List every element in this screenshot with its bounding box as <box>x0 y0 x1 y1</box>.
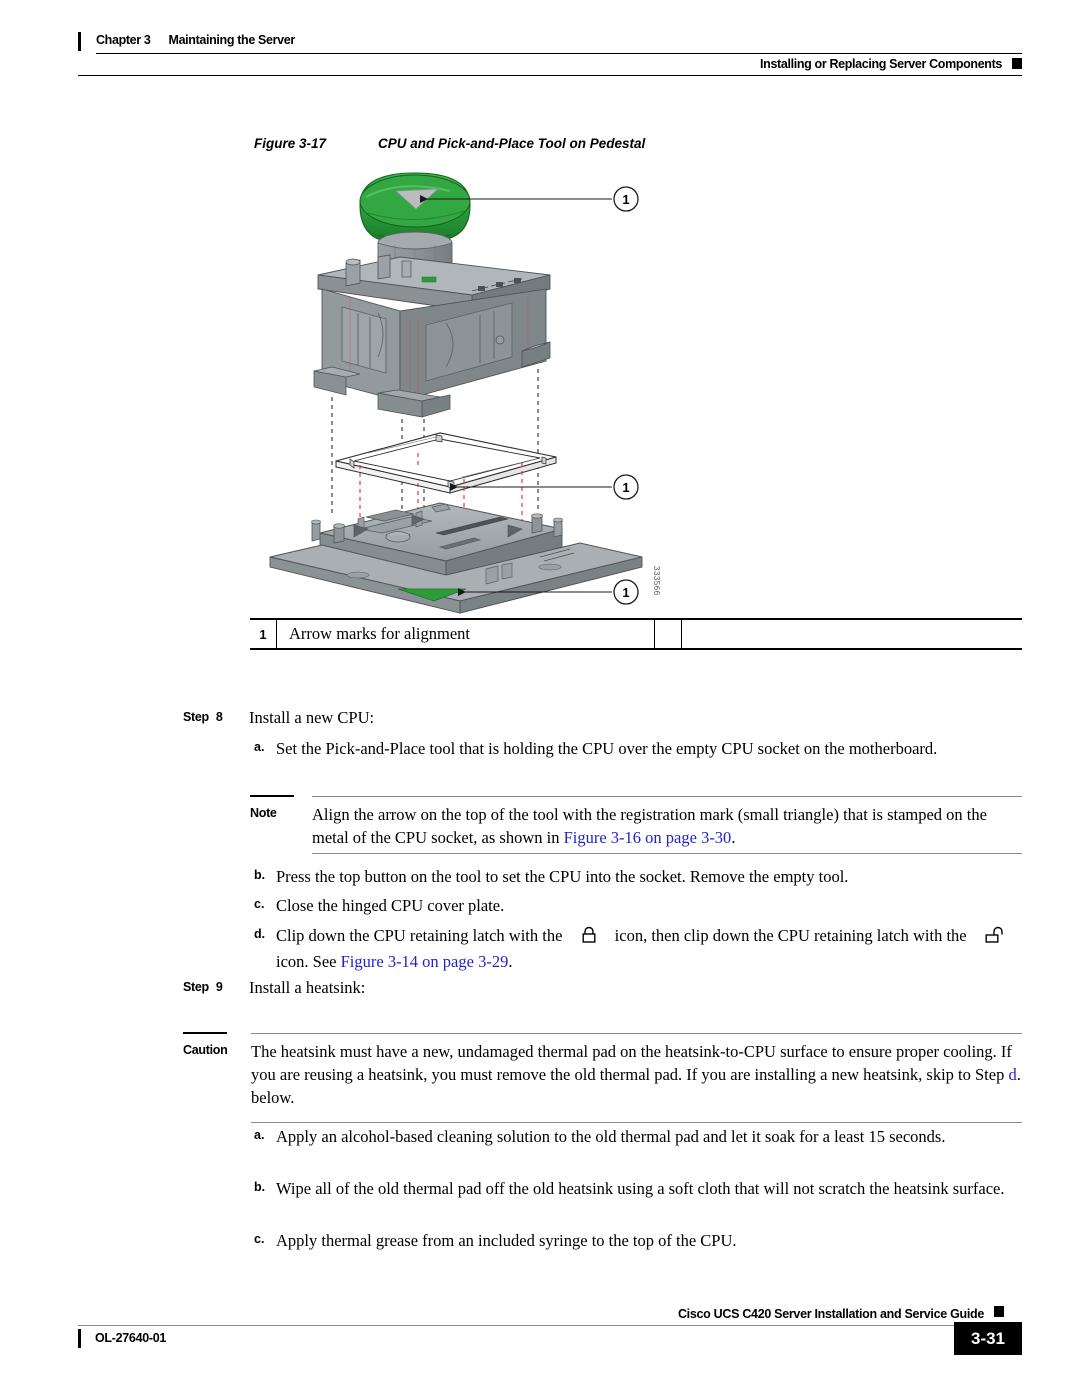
callout-row-description-2 <box>681 620 1022 648</box>
footer-document-id: OL-27640-01 <box>95 1331 167 1345</box>
figure-id-number: 333566 <box>652 566 661 596</box>
header-rule-bottom <box>78 75 1022 76</box>
substep-marker: a. <box>254 740 265 754</box>
note-top-rule-long <box>312 796 1022 797</box>
pick-and-place-tool-body <box>313 254 551 418</box>
substep-marker: d. <box>254 927 266 941</box>
header-section-title: Installing or Replacing Server Component… <box>760 57 1002 71</box>
svg-text:1: 1 <box>622 192 629 207</box>
substep-text: Clip down the CPU retaining latch with t… <box>276 924 1022 973</box>
note-top-rule-short <box>250 795 294 797</box>
cpu-package <box>335 432 557 494</box>
header-chapter-title: Maintaining the Server <box>168 33 296 47</box>
footer-square-marker <box>994 1306 1004 1317</box>
callout-row-number-2 <box>654 620 681 648</box>
step-9: Step 9 Install a heatsink: <box>183 977 1023 999</box>
header-rule-top <box>96 53 1022 54</box>
footer-guide-title: Cisco UCS C420 Server Installation and S… <box>677 1307 984 1321</box>
caution-body: The heatsink must have a new, undamaged … <box>251 1040 1022 1109</box>
substep-text: Wipe all of the old thermal pad off the … <box>276 1179 1005 1198</box>
step-9-substep-b: b. Wipe all of the old thermal pad off t… <box>254 1177 1022 1200</box>
note-text-2: . <box>731 828 736 847</box>
substep-marker: a. <box>254 1128 265 1142</box>
substep-text: Set the Pick-and-Place tool that is hold… <box>276 739 938 758</box>
note-cross-reference-link[interactable]: Figure 3-16 on page 3-30 <box>564 828 732 847</box>
substep-d-text-1: Clip down the CPU retaining latch with t… <box>276 926 563 945</box>
substep-marker: b. <box>254 1180 266 1194</box>
pedestal-base <box>269 502 643 614</box>
substep-d-cross-reference-link[interactable]: Figure 3-14 on page 3-29 <box>341 952 509 971</box>
header-chapter: Chapter 3 Maintaining the Server <box>96 33 295 47</box>
substep-text: Apply an alcohol-based cleaning solution… <box>276 1127 946 1146</box>
svg-text:1: 1 <box>622 480 629 495</box>
step-8-label: Step 8 <box>183 710 223 724</box>
callout-row-description: Arrow marks for alignment <box>276 620 654 648</box>
page-header: Chapter 3 Maintaining the Server Installi… <box>78 30 1022 80</box>
figure-number: Figure 3-17 <box>254 136 327 151</box>
header-change-bar <box>78 32 81 51</box>
substep-text: Press the top button on the tool to set … <box>276 867 849 886</box>
step-9-substep-a: a. Apply an alcohol-based cleaning solut… <box>254 1125 1022 1148</box>
caution-bottom-rule <box>251 1122 1022 1123</box>
header-square-marker <box>1012 58 1022 69</box>
callout-row-number: 1 <box>259 626 267 642</box>
caution-label: Caution <box>183 1043 228 1057</box>
substep-text: Apply thermal grease from an included sy… <box>276 1231 737 1250</box>
svg-text:1: 1 <box>622 585 629 600</box>
note-admonition: Note Align the arrow on the top of the t… <box>250 795 1022 855</box>
note-label: Note <box>250 806 277 820</box>
callout-table-bottom-rule <box>250 648 1022 650</box>
substep-marker: c. <box>254 897 265 911</box>
note-bottom-rule <box>312 853 1022 854</box>
tool-top-button <box>359 172 471 241</box>
caution-text-1: The heatsink must have a new, undamaged … <box>251 1042 1012 1084</box>
pick-and-place-tool-diagram: 1 1 1 <box>269 172 643 614</box>
step-8-substep-b: b. Press the top button on the tool to s… <box>254 865 1022 888</box>
figure-caption: Figure 3-17 CPU and Pick-and-Place Tool o… <box>254 136 645 151</box>
footer-page-number: 3-31 <box>954 1322 1022 1355</box>
step-8-text: Install a new CPU: <box>249 708 375 727</box>
closed-lock-icon <box>581 926 597 950</box>
step-8-substep-d: d. Clip down the CPU retaining latch wit… <box>254 924 1022 973</box>
table-row: 1 Arrow marks for alignment <box>250 620 1022 648</box>
step-8: Step 8 Install a new CPU: <box>183 707 1023 729</box>
step-9-text: Install a heatsink: <box>249 978 366 997</box>
caution-top-rule-short <box>183 1032 227 1034</box>
substep-text: Close the hinged CPU cover plate. <box>276 896 505 915</box>
step-8-substep-a: a. Set the Pick-and-Place tool that is h… <box>254 737 1022 760</box>
substep-marker: c. <box>254 1232 265 1246</box>
open-lock-icon <box>985 926 1005 950</box>
caution-step-link[interactable]: d <box>1008 1065 1016 1084</box>
substep-d-text-2: icon, then clip down the CPU retaining l… <box>614 926 967 945</box>
header-chapter-number: Chapter 3 <box>96 33 151 47</box>
caution-admonition: Caution The heatsink must have a new, un… <box>183 1032 1022 1124</box>
substep-marker: b. <box>254 868 266 882</box>
footer-rule <box>78 1325 984 1326</box>
figure-title: CPU and Pick-and-Place Tool on Pedestal <box>378 136 646 151</box>
substep-d-text-3: icon. See <box>276 952 337 971</box>
footer-change-bar <box>78 1329 81 1348</box>
step-8-substep-c: c. Close the hinged CPU cover plate. <box>254 894 1022 917</box>
step-9-label: Step 9 <box>183 980 223 994</box>
caution-top-rule-long <box>251 1033 1022 1034</box>
step-9-substep-c: c. Apply thermal grease from an included… <box>254 1229 1022 1252</box>
figure-callout-table: 1 Arrow marks for alignment <box>250 618 1022 650</box>
figure-illustration: 1 1 1 <box>250 165 670 615</box>
page-footer: Cisco UCS C420 Server Installation and S… <box>78 1305 1022 1375</box>
substep-d-text-4: . <box>508 952 513 971</box>
note-body: Align the arrow on the top of the tool w… <box>312 803 1022 849</box>
